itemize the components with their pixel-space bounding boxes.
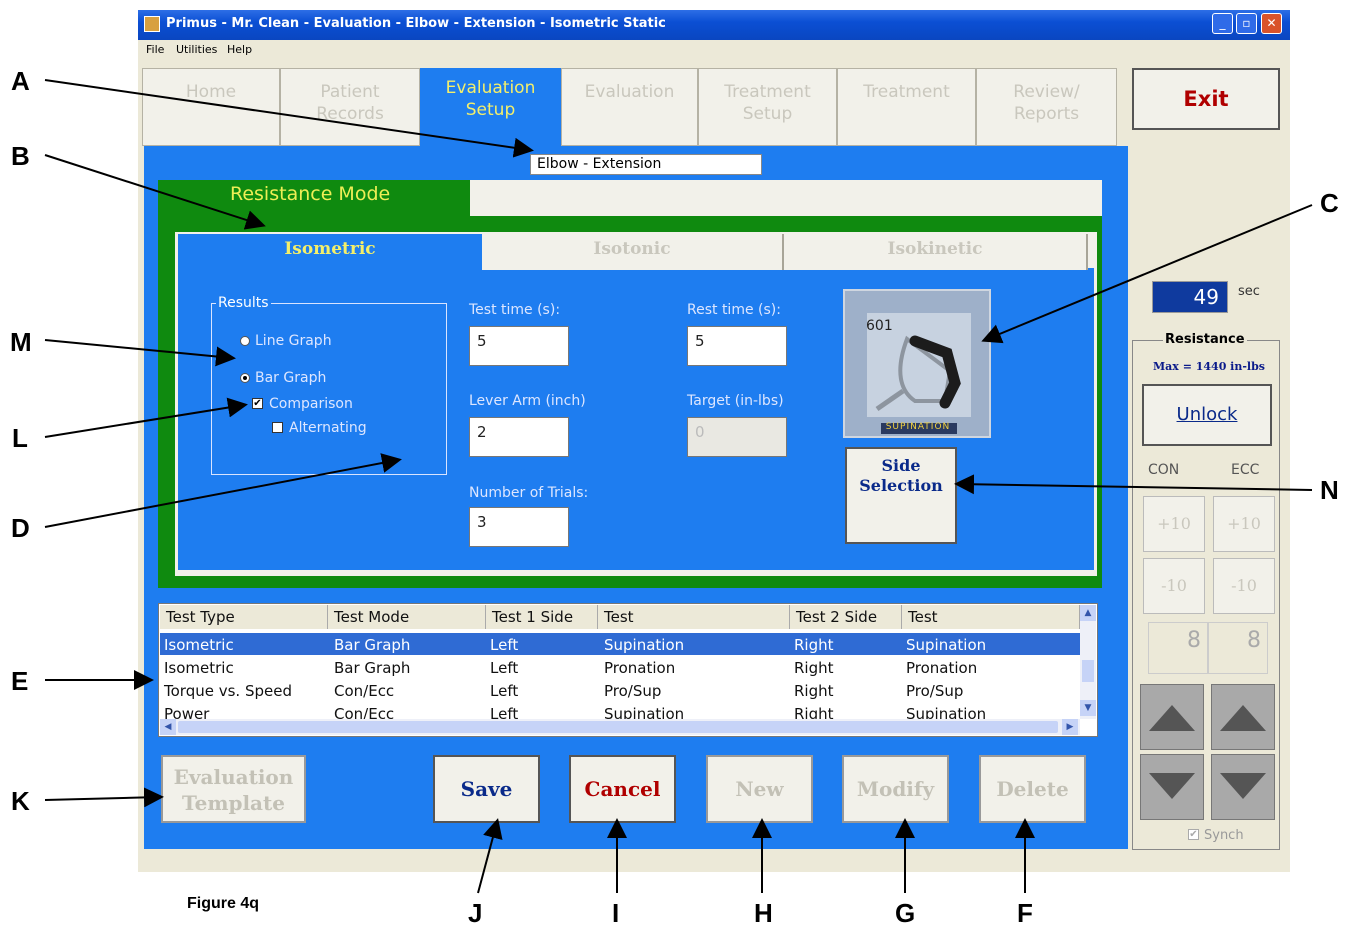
annotation-label: M bbox=[10, 327, 32, 357]
annotation-label: K bbox=[11, 786, 30, 816]
annotation-label: N bbox=[1320, 475, 1339, 505]
annotation-label: D bbox=[11, 513, 30, 543]
figure-caption: Figure 4q bbox=[187, 895, 260, 912]
annotation-label: E bbox=[11, 666, 29, 696]
annotation-label: I bbox=[612, 898, 620, 928]
annotation-label: F bbox=[1017, 898, 1033, 928]
annotation-label: B bbox=[11, 141, 30, 171]
annotation-label: A bbox=[11, 66, 30, 96]
annotation-label: J bbox=[468, 898, 483, 928]
annotation-label: C bbox=[1320, 188, 1339, 218]
annotation-arrows bbox=[44, 79, 1313, 894]
annotation-label: G bbox=[895, 898, 916, 928]
annotation-label: H bbox=[754, 898, 773, 928]
annotation-label: L bbox=[12, 423, 28, 453]
